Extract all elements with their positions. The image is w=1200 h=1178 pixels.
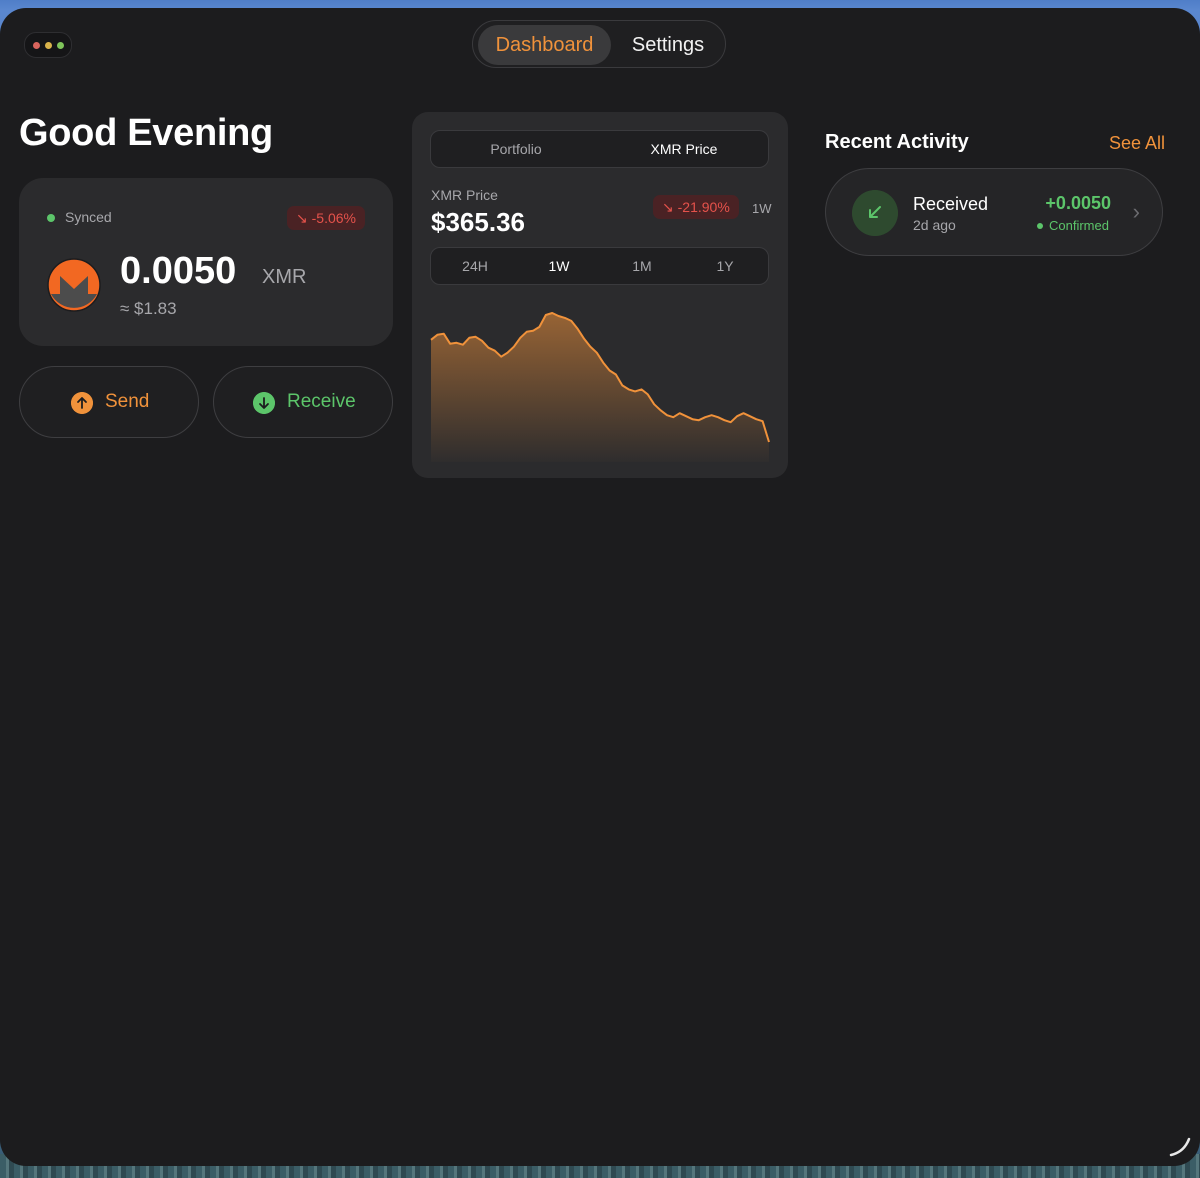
zoom-window-button[interactable] [56,41,64,49]
resize-handle-icon[interactable] [1168,1134,1192,1158]
app-window: Dashboard Settings Good Evening Synced ↘… [0,8,1200,1166]
price-change-badge: ↘ -21.90% [653,195,739,219]
status-dot [1037,223,1043,229]
window-controls[interactable] [24,32,72,58]
balance-amount: 0.0050 [120,250,237,292]
activity-type: Received [913,194,989,214]
receive-label: Receive [287,391,356,412]
chevron-right-icon: › [1132,199,1140,224]
send-label: Send [105,391,150,412]
activity-amount: +0.0050 [1045,193,1111,213]
balance-unit: XMR [262,266,307,288]
balance-fiat-value: ≈ $1.83 [120,299,177,318]
page-title: Good Evening [19,112,273,154]
chart-area-fill [431,313,769,462]
monero-logo-icon [47,258,101,312]
price-chart[interactable] [430,302,770,462]
balance-change-badge: ↘ -5.06% [287,206,365,230]
main-navigation: Dashboard Settings [472,20,726,68]
minimize-window-button[interactable] [44,41,52,49]
range-1m-button[interactable]: 1M [600,248,684,284]
range-1w-button[interactable]: 1W [517,248,601,284]
sync-status-label: Synced [65,209,112,225]
tab-settings[interactable]: Settings [615,25,721,65]
balance-card: Synced ↘ -5.06% 0.0050 XMR ≈ $1.83 [19,178,393,346]
arrow-down-icon [253,392,275,414]
tab-xmr-price[interactable]: XMR Price [599,131,769,167]
close-window-button[interactable] [32,41,40,49]
see-all-link[interactable]: See All [1109,133,1165,154]
range-24h-button[interactable]: 24H [433,248,517,284]
price-chart-card: Portfolio XMR Price XMR Price $365.36 ↘ … [412,112,788,478]
sync-status-dot [47,214,55,222]
activity-item[interactable]: Received 2d ago +0.0050 Confirmed › [825,168,1163,256]
price-label: XMR Price [431,187,498,203]
send-button[interactable]: Send [19,366,199,438]
range-1y-button[interactable]: 1Y [683,248,767,284]
recent-activity-title: Recent Activity [825,131,969,153]
tab-portfolio[interactable]: Portfolio [431,131,601,167]
price-value: $365.36 [431,207,525,237]
receive-button[interactable]: Receive [213,366,393,438]
arrow-down-left-icon [852,190,898,236]
price-change-period: 1W [752,201,772,216]
arrow-up-icon [71,392,93,414]
activity-status: Confirmed [1049,218,1109,233]
activity-time: 2d ago [913,217,956,233]
range-selector: 24H 1W 1M 1Y [430,247,769,285]
chart-mode-tabs: Portfolio XMR Price [430,130,769,168]
tab-dashboard[interactable]: Dashboard [478,25,611,65]
